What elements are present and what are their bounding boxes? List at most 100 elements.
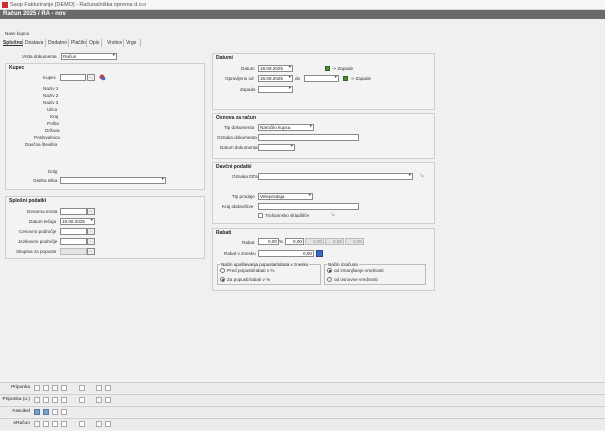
- folder-add-icon[interactable]: [52, 409, 58, 415]
- mail-icon-3[interactable]: [96, 421, 102, 427]
- oznaka-ddv-select[interactable]: [258, 173, 413, 180]
- datum-input[interactable]: 18.08.2025: [258, 65, 293, 72]
- oseba-stika-select[interactable]: [60, 177, 166, 184]
- doc-type-select[interactable]: Račun: [61, 53, 117, 60]
- jezikovno-input[interactable]: [60, 238, 87, 245]
- zapade-input[interactable]: [258, 86, 293, 93]
- new-file-icon[interactable]: [34, 385, 40, 391]
- document-title: Račun 2025 / RA - nov: [3, 11, 66, 17]
- delete-icon[interactable]: [105, 385, 111, 391]
- tip-prodaje-select[interactable]: Veleprodaja: [258, 193, 313, 200]
- rabat-input[interactable]: 0,00: [258, 238, 279, 245]
- do-label: do: [295, 76, 301, 81]
- trosarinsko-checkbox[interactable]: [258, 213, 263, 218]
- edit-icon[interactable]: [79, 385, 85, 391]
- denarna-enota-label: Denarna enota: [27, 209, 58, 214]
- cenovno-input[interactable]: [60, 228, 87, 235]
- oseba-stika-label: Oseba stika: [33, 178, 58, 183]
- attach-icon[interactable]: [61, 385, 67, 391]
- ddv-details-icon[interactable]: ↘: [419, 172, 424, 179]
- kraj-obdavcitve-label: Kraj obdavčitve: [222, 204, 254, 209]
- tab-splosno[interactable]: Splošno: [2, 39, 23, 47]
- folder-icon[interactable]: [34, 409, 40, 415]
- rabat-input-3: 0,00: [305, 238, 324, 245]
- cenovno-lookup[interactable]: ...: [87, 228, 95, 235]
- open-file-icon-2[interactable]: [43, 397, 49, 403]
- attach-icon-2[interactable]: [61, 397, 67, 403]
- naziv2-label: Naziv 2: [43, 93, 59, 98]
- edit-icon-3[interactable]: [79, 421, 85, 427]
- datum-label: Datum: [241, 66, 255, 71]
- trosarinsko-details-icon[interactable]: ↘: [330, 211, 335, 218]
- scan-icon[interactable]: [52, 385, 58, 391]
- new-file-icon-2[interactable]: [34, 397, 40, 403]
- zmanjsanje-radio[interactable]: [327, 268, 332, 273]
- tab-dostava[interactable]: Dostava: [24, 39, 46, 47]
- zapade-link-2[interactable]: -> Zapade: [350, 76, 371, 81]
- zapade-calc-icon-2[interactable]: [343, 76, 348, 81]
- app-icon: [2, 2, 8, 8]
- denarna-enota-input[interactable]: [60, 208, 87, 215]
- eracun-label: eRačun: [13, 421, 30, 426]
- zmanjsanje-label: od zmanjšanje vrednosti: [334, 268, 384, 273]
- kraj-label: Kraj: [50, 114, 59, 119]
- za-popusti-label: Za popusti/rabati v %: [227, 277, 271, 282]
- oznaka-dokumenta-input[interactable]: [258, 134, 359, 141]
- rabat-znesek-input[interactable]: 0,00: [258, 250, 314, 257]
- pred-popusti-radio[interactable]: [220, 268, 225, 273]
- priponka-row: Priponka: [0, 382, 605, 393]
- tip-dokumenta-label: Tip dokumenta: [224, 125, 255, 130]
- oznaka-dokumenta-label: Oznaka dokumenta: [217, 135, 257, 140]
- mail-icon[interactable]: [96, 385, 102, 391]
- rabat-label: Rabat: [242, 240, 255, 245]
- attach-icon-3[interactable]: [61, 421, 67, 427]
- scan-icon-2[interactable]: [52, 397, 58, 403]
- tip-dokumenta-select[interactable]: Naročilo kupca: [258, 124, 314, 131]
- tab-dodatno[interactable]: Dodatno: [47, 39, 69, 47]
- posta-label: Pošta: [47, 121, 59, 126]
- open-file-icon[interactable]: [43, 385, 49, 391]
- new-file-icon-3[interactable]: [34, 421, 40, 427]
- tab-opis[interactable]: Opis: [88, 39, 102, 47]
- rabat-input-2[interactable]: 0,00: [285, 238, 304, 245]
- delete-icon-2[interactable]: [105, 397, 111, 403]
- customer-card-icon[interactable]: [99, 74, 106, 81]
- calculator-icon[interactable]: [316, 250, 323, 257]
- skupina-lookup[interactable]: ...: [87, 248, 95, 255]
- skupina-input[interactable]: [60, 248, 87, 255]
- kraj-obdavcitve-input[interactable]: [258, 203, 359, 210]
- kupec-input[interactable]: [60, 74, 86, 81]
- zapade-link[interactable]: -> Zapade: [332, 66, 353, 71]
- jezikovno-lookup[interactable]: ...: [87, 238, 95, 245]
- denarna-enota-lookup[interactable]: ...: [87, 208, 95, 215]
- opravljeno-input[interactable]: 18.08.2025: [258, 75, 293, 82]
- mail-icon-2[interactable]: [96, 397, 102, 403]
- folder-list-icon[interactable]: [61, 409, 67, 415]
- kupec-lookup-button[interactable]: ...: [87, 74, 95, 81]
- oznaka-ddv-label: Oznaka DDV: [232, 174, 259, 179]
- jezikovno-label: Jezikovno področje: [18, 239, 58, 244]
- delete-icon-3[interactable]: [105, 421, 111, 427]
- document-titlebar: Račun 2025 / RA - nov: [0, 10, 605, 19]
- kupec-panel: Kupec: [5, 63, 205, 190]
- osnovne-radio[interactable]: [327, 277, 332, 282]
- datum-dokumenta-input[interactable]: [258, 144, 295, 151]
- priponka-o-label: Priponka (o.): [2, 397, 30, 402]
- datum-tecaja-label: Datum tečaja: [29, 219, 57, 224]
- edit-icon-2[interactable]: [79, 397, 85, 403]
- rabat-percent-sign: %: [279, 239, 284, 244]
- tab-vrge[interactable]: Vrge: [125, 39, 141, 47]
- do-input[interactable]: [304, 75, 339, 82]
- datum-tecaja-input[interactable]: 18.08.2025: [60, 218, 95, 225]
- ulica-label: Ulica: [47, 107, 58, 112]
- priponka-o-row: Priponka (o.): [0, 394, 605, 405]
- folder-open-icon[interactable]: [43, 409, 49, 415]
- davcni-title: Davčni podatki: [216, 164, 252, 170]
- scan-icon-3[interactable]: [52, 421, 58, 427]
- za-popusti-radio[interactable]: [220, 277, 225, 282]
- tab-vrstice[interactable]: Vrstice: [106, 39, 124, 47]
- datum-dokumenta-label: Datum dokumenta: [220, 145, 258, 150]
- open-file-icon-3[interactable]: [43, 421, 49, 427]
- zapade-calc-icon[interactable]: [325, 66, 330, 71]
- tab-placilo[interactable]: Plačilo: [70, 39, 87, 47]
